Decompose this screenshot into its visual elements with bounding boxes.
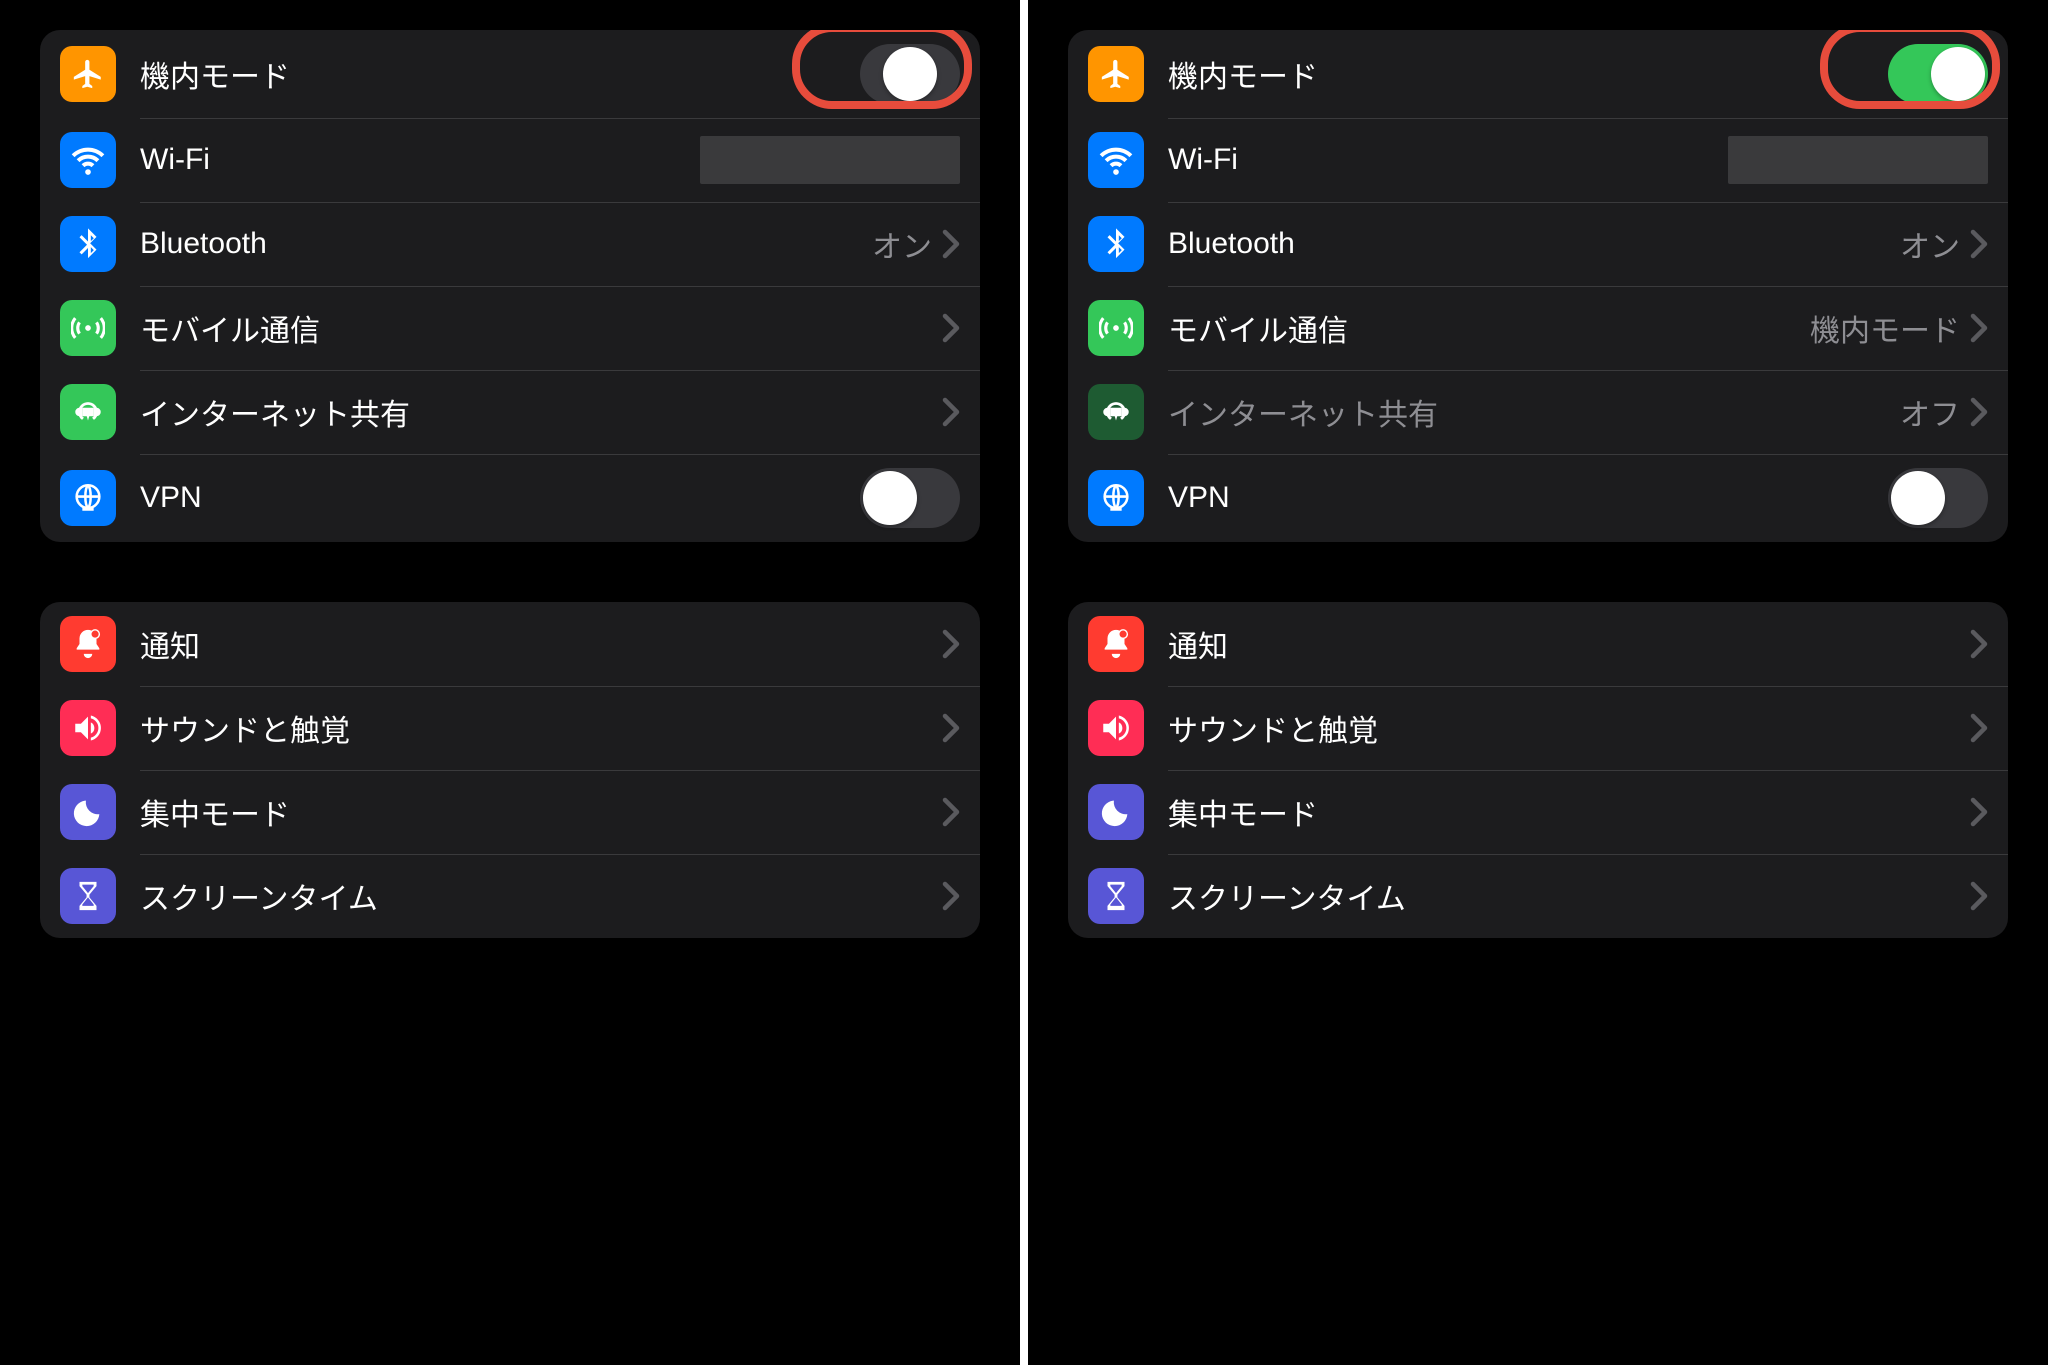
row-label: VPN bbox=[1168, 481, 1230, 515]
settings-row-bell[interactable]: 通知 bbox=[1068, 602, 2008, 686]
row-label: インターネット共有 bbox=[140, 390, 410, 434]
row-value: オン bbox=[1900, 222, 1960, 266]
chevron-right-icon bbox=[1970, 629, 1988, 659]
chevron-right-icon bbox=[1970, 797, 1988, 827]
vpn-icon bbox=[60, 470, 116, 526]
settings-row-vpn: VPN bbox=[40, 454, 980, 542]
speaker-icon bbox=[60, 700, 116, 756]
vpn-toggle[interactable] bbox=[860, 468, 960, 528]
row-label: Wi-Fi bbox=[140, 143, 210, 177]
row-label: 通知 bbox=[140, 622, 200, 666]
hotspot-icon bbox=[1088, 384, 1144, 440]
bell-icon bbox=[1088, 616, 1144, 672]
chevron-right-icon bbox=[942, 229, 960, 259]
settings-row-airplane: 機内モード bbox=[1068, 30, 2008, 118]
settings-group: 通知サウンドと触覚集中モードスクリーンタイム bbox=[40, 602, 980, 938]
airplane-toggle[interactable] bbox=[1888, 44, 1988, 104]
settings-group: 通知サウンドと触覚集中モードスクリーンタイム bbox=[1068, 602, 2008, 938]
chevron-right-icon bbox=[1970, 397, 1988, 427]
settings-row-cellular[interactable]: モバイル通信 機内モード bbox=[1068, 286, 2008, 370]
row-label: Wi-Fi bbox=[1168, 143, 1238, 177]
row-label: 機内モード bbox=[1168, 52, 1318, 96]
chevron-right-icon bbox=[1970, 313, 1988, 343]
settings-panel-left: 機内モード Wi-Fi Bluetooth オンモバイル通信インターネット共有 VPN 通… bbox=[0, 0, 1024, 1365]
settings-panel-right: 機内モードWi-FiBluetoothオンモバイル通信機内モードインターネット共… bbox=[1024, 0, 2048, 1365]
wifi-value-redacted bbox=[700, 136, 960, 184]
settings-row-cellular[interactable]: モバイル通信 bbox=[40, 286, 980, 370]
moon-icon bbox=[1088, 784, 1144, 840]
row-label: モバイル通信 bbox=[140, 306, 320, 350]
hotspot-icon bbox=[60, 384, 116, 440]
moon-icon bbox=[60, 784, 116, 840]
settings-row-bell[interactable]: 通知 bbox=[40, 602, 980, 686]
chevron-right-icon bbox=[942, 313, 960, 343]
settings-row-airplane: 機内モード bbox=[40, 30, 980, 118]
chevron-right-icon bbox=[942, 713, 960, 743]
settings-row-speaker[interactable]: サウンドと触覚 bbox=[40, 686, 980, 770]
airplane-toggle[interactable] bbox=[860, 44, 960, 104]
speaker-icon bbox=[1088, 700, 1144, 756]
settings-row-speaker[interactable]: サウンドと触覚 bbox=[1068, 686, 2008, 770]
chevron-right-icon bbox=[1970, 713, 1988, 743]
wifi-value-redacted bbox=[1728, 136, 1988, 184]
row-label: インターネット共有 bbox=[1168, 390, 1438, 434]
chevron-right-icon bbox=[942, 797, 960, 827]
row-label: Bluetooth bbox=[1168, 227, 1295, 261]
bluetooth-icon bbox=[1088, 216, 1144, 272]
bell-icon bbox=[60, 616, 116, 672]
settings-row-hotspot[interactable]: インターネット共有 bbox=[40, 370, 980, 454]
settings-group: 機内モードWi-FiBluetoothオンモバイル通信機内モードインターネット共… bbox=[1068, 30, 2008, 542]
chevron-right-icon bbox=[942, 881, 960, 911]
chevron-right-icon bbox=[1970, 229, 1988, 259]
settings-row-bluetooth[interactable]: Bluetooth オン bbox=[1068, 202, 2008, 286]
settings-row-vpn: VPN bbox=[1068, 454, 2008, 542]
row-label: サウンドと触覚 bbox=[1168, 706, 1378, 750]
settings-group: 機内モード Wi-Fi Bluetooth オンモバイル通信インターネット共有 VPN bbox=[40, 30, 980, 542]
row-value: 機内モード bbox=[1810, 306, 1960, 350]
hourglass-icon bbox=[60, 868, 116, 924]
row-label: VPN bbox=[140, 481, 202, 515]
chevron-right-icon bbox=[1970, 881, 1988, 911]
chevron-right-icon bbox=[942, 397, 960, 427]
cellular-icon bbox=[1088, 300, 1144, 356]
row-label: 機内モード bbox=[140, 52, 290, 96]
row-label: 集中モード bbox=[140, 790, 290, 834]
chevron-right-icon bbox=[942, 629, 960, 659]
airplane-icon bbox=[1088, 46, 1144, 102]
airplane-icon bbox=[60, 46, 116, 102]
cellular-icon bbox=[60, 300, 116, 356]
row-label: サウンドと触覚 bbox=[140, 706, 350, 750]
settings-row-hourglass[interactable]: スクリーンタイム bbox=[1068, 854, 2008, 938]
row-value: オン bbox=[872, 222, 932, 266]
row-value: オフ bbox=[1900, 390, 1960, 434]
wifi-icon bbox=[1088, 132, 1144, 188]
row-label: スクリーンタイム bbox=[140, 874, 378, 918]
settings-row-hourglass[interactable]: スクリーンタイム bbox=[40, 854, 980, 938]
hourglass-icon bbox=[1088, 868, 1144, 924]
row-label: Bluetooth bbox=[140, 227, 267, 261]
settings-row-moon[interactable]: 集中モード bbox=[1068, 770, 2008, 854]
row-label: スクリーンタイム bbox=[1168, 874, 1406, 918]
vpn-icon bbox=[1088, 470, 1144, 526]
row-label: モバイル通信 bbox=[1168, 306, 1348, 350]
settings-row-wifi[interactable]: Wi-Fi bbox=[40, 118, 980, 202]
row-label: 集中モード bbox=[1168, 790, 1318, 834]
settings-row-bluetooth[interactable]: Bluetooth オン bbox=[40, 202, 980, 286]
wifi-icon bbox=[60, 132, 116, 188]
bluetooth-icon bbox=[60, 216, 116, 272]
vpn-toggle[interactable] bbox=[1888, 468, 1988, 528]
settings-row-hotspot[interactable]: インターネット共有 オフ bbox=[1068, 370, 2008, 454]
settings-row-moon[interactable]: 集中モード bbox=[40, 770, 980, 854]
settings-row-wifi[interactable]: Wi-Fi bbox=[1068, 118, 2008, 202]
row-label: 通知 bbox=[1168, 622, 1228, 666]
